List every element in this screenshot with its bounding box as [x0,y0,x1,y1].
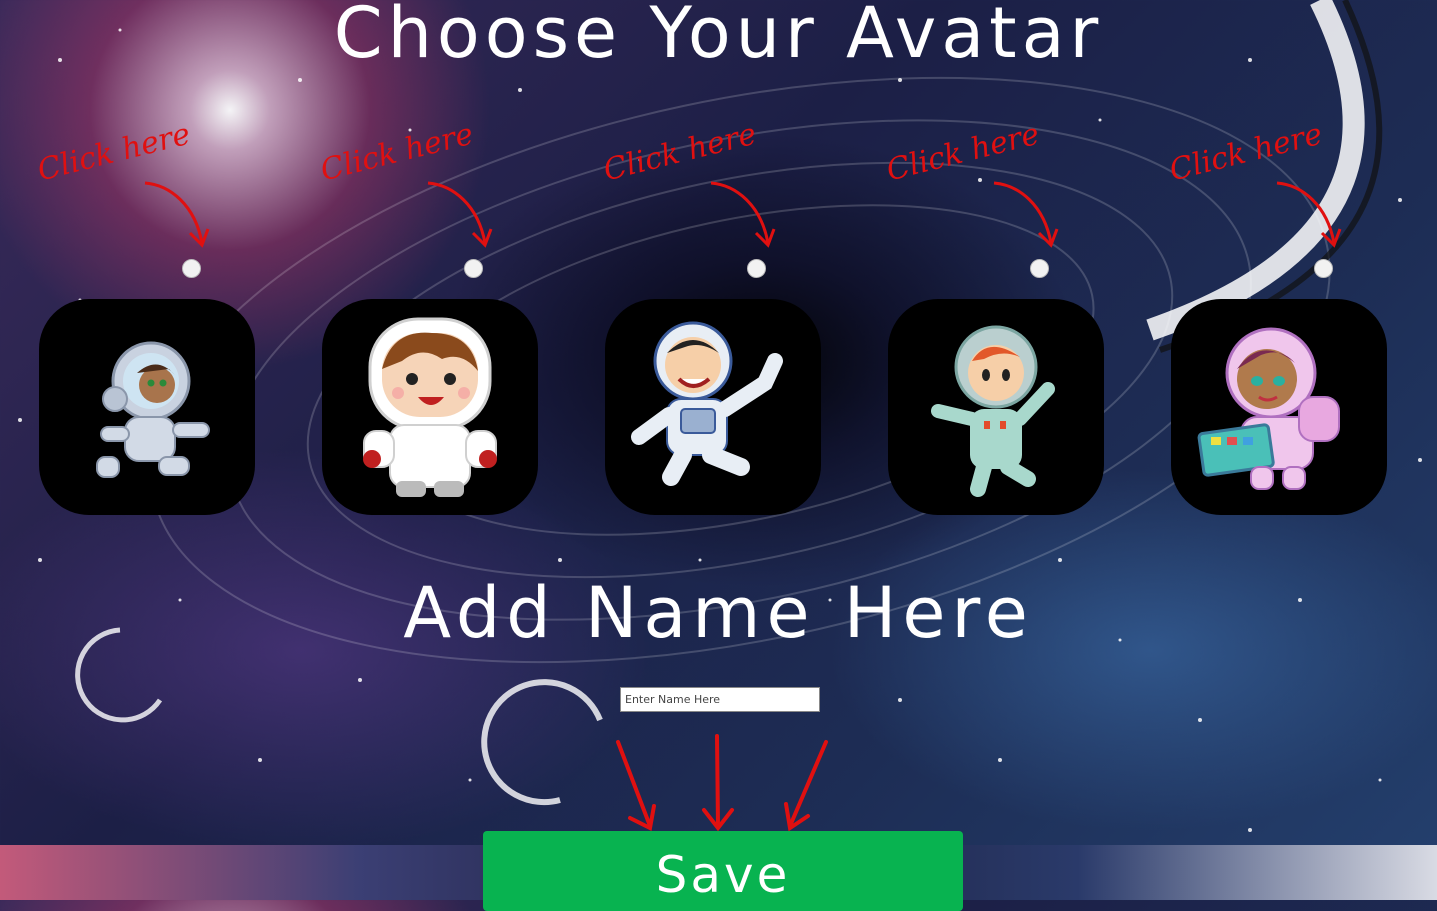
avatar-radio-2[interactable] [464,259,483,278]
name-input[interactable] [620,687,820,712]
astronaut-girl-running-icon [96,341,210,478]
avatar-tile-4[interactable] [888,299,1104,515]
avatar-radio-1[interactable] [182,259,201,278]
avatar-radio-5[interactable] [1314,259,1333,278]
astronaut-kid-mint-suit-icon [931,325,1055,497]
avatar-radio-3[interactable] [747,259,766,278]
avatar-tile-2[interactable] [322,299,538,515]
avatar-radio-4[interactable] [1030,259,1049,278]
avatar-option-4: Click here [879,117,1139,525]
astronaut-boy-white-suit-icon [363,317,497,497]
avatar-tile-5[interactable] [1171,299,1387,515]
avatar-option-1: Click here [30,117,290,525]
save-button[interactable]: Save [483,831,963,911]
avatar-option-3: Click here [596,117,856,525]
name-heading: Add Name Here [403,572,1034,654]
page-title: Choose Your Avatar [333,0,1104,74]
avatar-tile-1[interactable] [39,299,255,515]
astronaut-boy-waving-icon [631,321,783,486]
avatar-tile-3[interactable] [605,299,821,515]
avatar-option-5: Click here [1162,117,1422,525]
down-arrows-icon [616,734,828,832]
avatar-option-2: Click here [313,117,573,525]
astronaut-girl-pink-tablet-icon [1197,327,1340,490]
